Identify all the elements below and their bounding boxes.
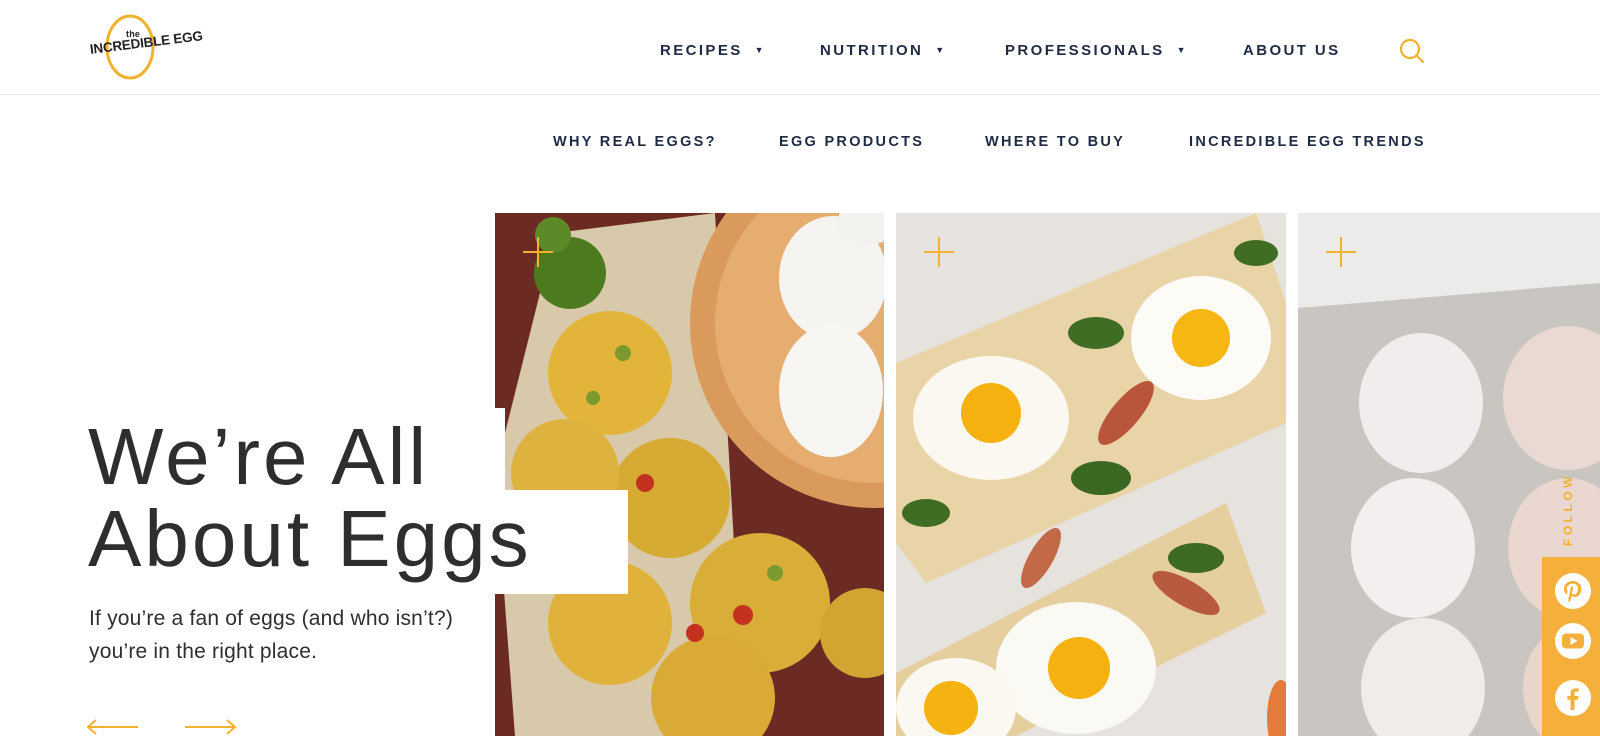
secondary-navigation: WHY REAL EGGS? EGG PRODUCTS WHERE TO BUY… — [0, 134, 1600, 154]
sub-nav-why-real-eggs[interactable]: WHY REAL EGGS? — [553, 134, 717, 150]
egg-flatbread-photo — [896, 213, 1286, 736]
nav-nutrition-label: NUTRITION — [820, 42, 924, 59]
site-header: the INCREDIBLE EGG RECIPES ▼ NUTRITION ▼ P… — [0, 0, 1600, 95]
search-icon[interactable] — [1399, 38, 1425, 64]
nav-item-recipes[interactable]: RECIPES ▼ — [660, 42, 764, 59]
sub-nav-incredible-egg-trends[interactable]: INCREDIBLE EGG TRENDS — [1189, 134, 1426, 150]
hero-card-egg-muffins[interactable] — [495, 213, 884, 736]
caret-down-icon: ▼ — [754, 45, 764, 55]
hero-card-egg-flatbread[interactable] — [896, 213, 1286, 736]
plus-icon[interactable] — [1326, 237, 1356, 267]
hero-title-line-1: We’re All — [88, 412, 430, 501]
follow-label: FOLLOW — [1561, 473, 1575, 546]
sub-nav-where-to-buy[interactable]: WHERE TO BUY — [985, 134, 1125, 150]
hero-title-line-2: About Eggs — [88, 494, 532, 583]
caret-down-icon: ▼ — [1176, 45, 1186, 55]
arrow-right-icon[interactable] — [183, 718, 237, 736]
nav-professionals-label: PROFESSIONALS — [1005, 42, 1165, 59]
nav-item-about-us[interactable]: ABOUT US — [1243, 42, 1341, 59]
nav-item-nutrition[interactable]: NUTRITION ▼ — [820, 42, 944, 59]
nav-about-us-label: ABOUT US — [1243, 42, 1341, 59]
pinterest-icon[interactable] — [1555, 573, 1591, 609]
social-follow-bar — [1542, 557, 1600, 736]
caret-down-icon: ▼ — [935, 45, 945, 55]
egg-muffins-photo — [495, 213, 884, 736]
main-navigation: RECIPES ▼ NUTRITION ▼ PROFESSIONALS ▼ ABOUT… — [0, 42, 1600, 62]
plus-icon[interactable] — [924, 237, 954, 267]
plus-icon[interactable] — [523, 237, 553, 267]
facebook-icon[interactable] — [1555, 680, 1591, 716]
nav-item-professionals[interactable]: PROFESSIONALS ▼ — [1005, 42, 1185, 59]
youtube-icon[interactable] — [1555, 623, 1591, 659]
hero-subtitle: If you’re a fan of eggs (and who isn’t?)… — [89, 607, 454, 663]
nav-recipes-label: RECIPES — [660, 42, 743, 59]
sub-nav-egg-products[interactable]: EGG PRODUCTS — [779, 134, 924, 150]
hero-title: We’re All About Eggs — [88, 416, 532, 580]
arrow-left-icon[interactable] — [86, 718, 140, 736]
